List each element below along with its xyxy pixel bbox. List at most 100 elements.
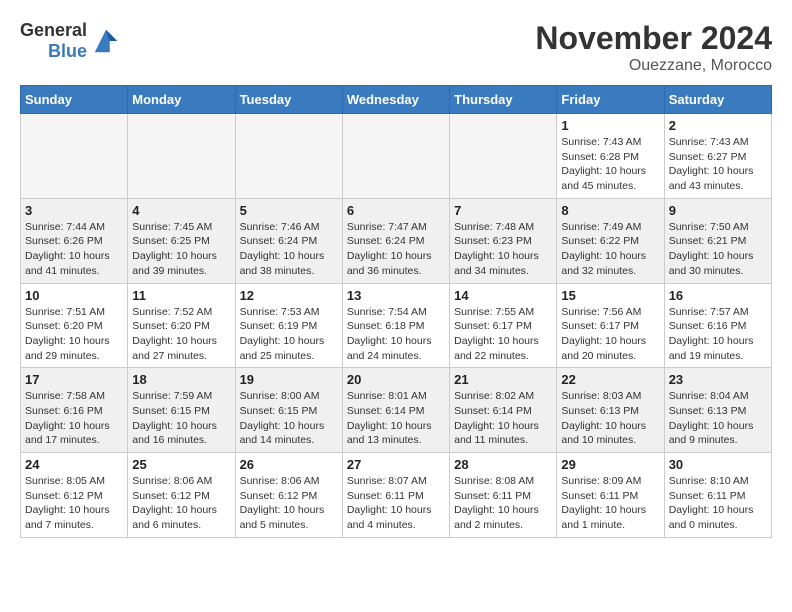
day-cell: 26 Sunrise: 8:06 AM Sunset: 6:12 PM Dayli…: [235, 453, 342, 538]
weekday-header-sunday: Sunday: [21, 86, 128, 114]
day-cell: [235, 114, 342, 199]
day-cell: 22 Sunrise: 8:03 AM Sunset: 6:13 PM Dayli…: [557, 368, 664, 453]
day-info: Sunrise: 7:53 AM Sunset: 6:19 PM Dayligh…: [240, 305, 338, 364]
day-cell: 19 Sunrise: 8:00 AM Sunset: 6:15 PM Dayli…: [235, 368, 342, 453]
day-cell: 28 Sunrise: 8:08 AM Sunset: 6:11 PM Dayli…: [450, 453, 557, 538]
location-title: Ouezzane, Morocco: [535, 57, 772, 75]
day-cell: 27 Sunrise: 8:07 AM Sunset: 6:11 PM Dayli…: [342, 453, 449, 538]
day-info: Sunrise: 7:43 AM Sunset: 6:28 PM Dayligh…: [561, 135, 659, 194]
day-info: Sunrise: 8:07 AM Sunset: 6:11 PM Dayligh…: [347, 474, 445, 533]
day-info: Sunrise: 8:08 AM Sunset: 6:11 PM Dayligh…: [454, 474, 552, 533]
day-info: Sunrise: 7:45 AM Sunset: 6:25 PM Dayligh…: [132, 220, 230, 279]
day-cell: 29Sunrise: 8:09 AM Sunset: 6:11 PM Dayli…: [557, 453, 664, 538]
day-number: 8: [561, 203, 659, 218]
day-number: 4: [132, 203, 230, 218]
day-cell: 3 Sunrise: 7:44 AM Sunset: 6:26 PM Daylig…: [21, 198, 128, 283]
day-cell: 30 Sunrise: 8:10 AM Sunset: 6:11 PM Dayli…: [664, 453, 771, 538]
day-info: Sunrise: 7:46 AM Sunset: 6:24 PM Dayligh…: [240, 220, 338, 279]
day-cell: [450, 114, 557, 199]
day-number: 7: [454, 203, 552, 218]
day-number: 23: [669, 372, 767, 387]
day-number: 1: [561, 118, 659, 133]
day-number: 6: [347, 203, 445, 218]
day-number: 30: [669, 457, 767, 472]
day-info: Sunrise: 7:51 AM Sunset: 6:20 PM Dayligh…: [25, 305, 123, 364]
day-cell: 4 Sunrise: 7:45 AM Sunset: 6:25 PM Daylig…: [128, 198, 235, 283]
day-number: 26: [240, 457, 338, 472]
day-number: 12: [240, 288, 338, 303]
logo-text-blue: Blue: [48, 41, 87, 62]
day-cell: 8 Sunrise: 7:49 AM Sunset: 6:22 PM Daylig…: [557, 198, 664, 283]
day-cell: 23 Sunrise: 8:04 AM Sunset: 6:13 PM Dayli…: [664, 368, 771, 453]
day-cell: 11 Sunrise: 7:52 AM Sunset: 6:20 PM Dayli…: [128, 283, 235, 368]
day-number: 28: [454, 457, 552, 472]
day-info: Sunrise: 7:43 AM Sunset: 6:27 PM Dayligh…: [669, 135, 767, 194]
day-number: 19: [240, 372, 338, 387]
day-info: Sunrise: 7:47 AM Sunset: 6:24 PM Dayligh…: [347, 220, 445, 279]
header: General Blue November 2024 Ouezzane, Mor…: [20, 20, 772, 75]
day-info: Sunrise: 7:49 AM Sunset: 6:22 PM Dayligh…: [561, 220, 659, 279]
day-cell: 25 Sunrise: 8:06 AM Sunset: 6:12 PM Dayli…: [128, 453, 235, 538]
weekday-header-saturday: Saturday: [664, 86, 771, 114]
day-number: 25: [132, 457, 230, 472]
week-row-3: 10 Sunrise: 7:51 AM Sunset: 6:20 PM Dayli…: [21, 283, 772, 368]
day-cell: 7 Sunrise: 7:48 AM Sunset: 6:23 PM Daylig…: [450, 198, 557, 283]
day-info: Sunrise: 8:06 AM Sunset: 6:12 PM Dayligh…: [240, 474, 338, 533]
day-info: Sunrise: 8:03 AM Sunset: 6:13 PM Dayligh…: [561, 389, 659, 448]
day-cell: [342, 114, 449, 199]
logo-icon: [91, 26, 121, 56]
day-number: 14: [454, 288, 552, 303]
weekday-header-wednesday: Wednesday: [342, 86, 449, 114]
day-number: 21: [454, 372, 552, 387]
day-number: 2: [669, 118, 767, 133]
day-number: 10: [25, 288, 123, 303]
day-cell: 13Sunrise: 7:54 AM Sunset: 6:18 PM Dayli…: [342, 283, 449, 368]
day-cell: 2 Sunrise: 7:43 AM Sunset: 6:27 PM Daylig…: [664, 114, 771, 199]
day-info: Sunrise: 8:06 AM Sunset: 6:12 PM Dayligh…: [132, 474, 230, 533]
week-row-2: 3 Sunrise: 7:44 AM Sunset: 6:26 PM Daylig…: [21, 198, 772, 283]
weekday-header-thursday: Thursday: [450, 86, 557, 114]
day-cell: 18Sunrise: 7:59 AM Sunset: 6:15 PM Dayli…: [128, 368, 235, 453]
day-number: 17: [25, 372, 123, 387]
day-number: 20: [347, 372, 445, 387]
week-row-1: 1 Sunrise: 7:43 AM Sunset: 6:28 PM Daylig…: [21, 114, 772, 199]
day-cell: 24Sunrise: 8:05 AM Sunset: 6:12 PM Dayli…: [21, 453, 128, 538]
day-info: Sunrise: 8:10 AM Sunset: 6:11 PM Dayligh…: [669, 474, 767, 533]
day-info: Sunrise: 7:48 AM Sunset: 6:23 PM Dayligh…: [454, 220, 552, 279]
day-info: Sunrise: 8:04 AM Sunset: 6:13 PM Dayligh…: [669, 389, 767, 448]
calendar: SundayMondayTuesdayWednesdayThursdayFrid…: [20, 85, 772, 538]
day-cell: 16Sunrise: 7:57 AM Sunset: 6:16 PM Dayli…: [664, 283, 771, 368]
day-info: Sunrise: 7:55 AM Sunset: 6:17 PM Dayligh…: [454, 305, 552, 364]
day-cell: 10 Sunrise: 7:51 AM Sunset: 6:20 PM Dayli…: [21, 283, 128, 368]
day-number: 22: [561, 372, 659, 387]
day-info: Sunrise: 7:54 AM Sunset: 6:18 PM Dayligh…: [347, 305, 445, 364]
day-cell: [21, 114, 128, 199]
weekday-header-friday: Friday: [557, 86, 664, 114]
day-info: Sunrise: 8:02 AM Sunset: 6:14 PM Dayligh…: [454, 389, 552, 448]
day-number: 16: [669, 288, 767, 303]
day-info: Sunrise: 7:56 AM Sunset: 6:17 PM Dayligh…: [561, 305, 659, 364]
day-number: 5: [240, 203, 338, 218]
day-number: 3: [25, 203, 123, 218]
weekday-header-monday: Monday: [128, 86, 235, 114]
day-cell: 21 Sunrise: 8:02 AM Sunset: 6:14 PM Dayli…: [450, 368, 557, 453]
day-info: Sunrise: 8:00 AM Sunset: 6:15 PM Dayligh…: [240, 389, 338, 448]
day-cell: 6 Sunrise: 7:47 AM Sunset: 6:24 PM Daylig…: [342, 198, 449, 283]
month-title: November 2024: [535, 20, 772, 57]
day-info: Sunrise: 7:52 AM Sunset: 6:20 PM Dayligh…: [132, 305, 230, 364]
day-info: Sunrise: 7:44 AM Sunset: 6:26 PM Dayligh…: [25, 220, 123, 279]
logo-text-general: General: [20, 20, 87, 41]
weekday-header-tuesday: Tuesday: [235, 86, 342, 114]
weekday-header-row: SundayMondayTuesdayWednesdayThursdayFrid…: [21, 86, 772, 114]
day-info: Sunrise: 8:09 AM Sunset: 6:11 PM Dayligh…: [561, 474, 659, 533]
day-number: 9: [669, 203, 767, 218]
day-info: Sunrise: 8:05 AM Sunset: 6:12 PM Dayligh…: [25, 474, 123, 533]
day-cell: 9 Sunrise: 7:50 AM Sunset: 6:21 PM Daylig…: [664, 198, 771, 283]
day-info: Sunrise: 7:50 AM Sunset: 6:21 PM Dayligh…: [669, 220, 767, 279]
day-info: Sunrise: 7:58 AM Sunset: 6:16 PM Dayligh…: [25, 389, 123, 448]
day-number: 27: [347, 457, 445, 472]
day-number: 11: [132, 288, 230, 303]
day-cell: 15 Sunrise: 7:56 AM Sunset: 6:17 PM Dayli…: [557, 283, 664, 368]
day-cell: 1 Sunrise: 7:43 AM Sunset: 6:28 PM Daylig…: [557, 114, 664, 199]
day-number: 15: [561, 288, 659, 303]
